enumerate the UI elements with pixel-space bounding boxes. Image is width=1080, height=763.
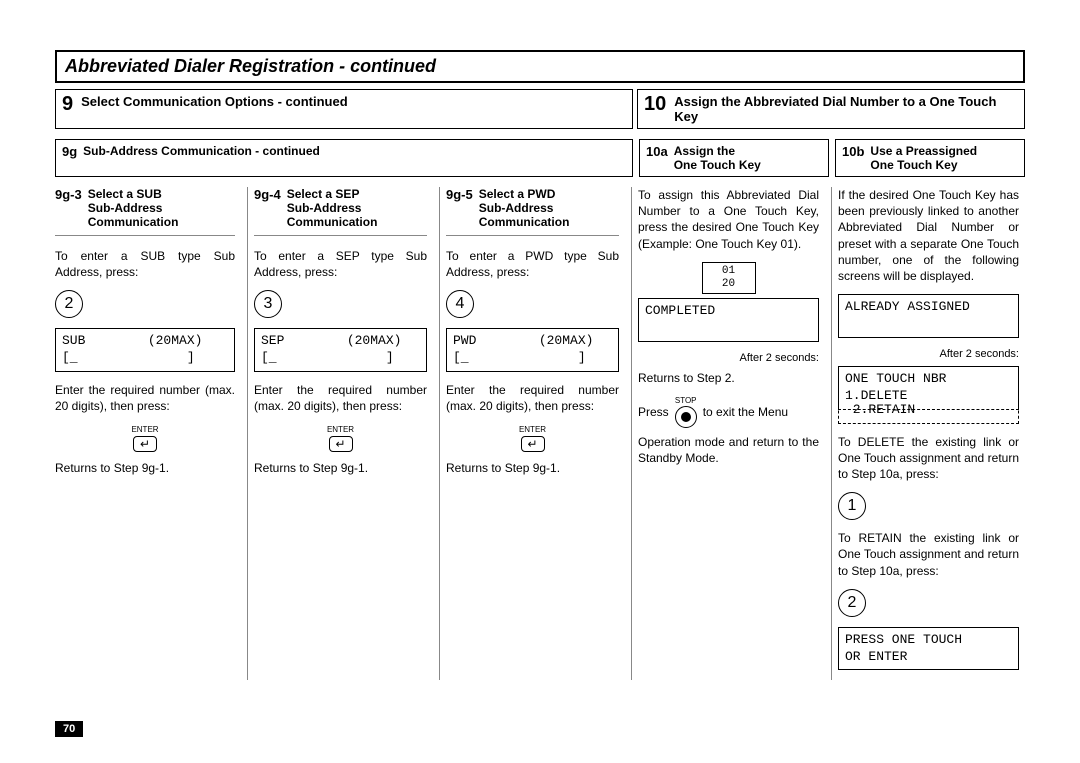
enter-label: ENTER — [519, 425, 546, 434]
lcd-display: PRESS ONE TOUCH OR ENTER — [838, 627, 1019, 671]
section-title: Sub-Address Communication - continued — [83, 144, 320, 172]
section-title: Use a Preassigned One Touch Key — [870, 144, 977, 172]
return-text: Returns to Step 2. — [638, 370, 819, 386]
enter-key-icon: ENTER ↵ — [55, 425, 235, 452]
page-number: 70 — [55, 721, 83, 737]
section-10b: 10b Use a Preassigned One Touch Key — [835, 139, 1025, 177]
step-code: 9g-3 — [55, 187, 82, 229]
lcd-display: SEP (20MAX) [_ ] — [254, 328, 427, 372]
step-number: 10 — [644, 94, 666, 114]
lcd-display: COMPLETED — [638, 298, 819, 342]
step-9-header: 9 Select Communication Options - continu… — [55, 89, 633, 129]
intro-text: To enter a SEP type Sub Address, press: — [254, 248, 427, 280]
instruction-text: Enter the required number (max. 20 digit… — [446, 382, 619, 414]
enter-cap: ↵ — [521, 436, 545, 452]
section-code: 9g — [62, 144, 77, 172]
enter-key-icon: ENTER ↵ — [254, 425, 427, 452]
keypad-button-4: 4 — [446, 290, 474, 318]
stop-button-icon: STOP — [675, 396, 697, 428]
delay-text: After 2 seconds: — [838, 348, 1019, 360]
step-10-header: 10 Assign the Abbreviated Dial Number to… — [637, 89, 1025, 129]
col-9g-5: 9g-5 Select a PWD Sub-Address Communicat… — [439, 187, 625, 680]
step-code: 9g-5 — [446, 187, 473, 229]
small-lcd: 01 20 — [702, 262, 756, 294]
step-title: Select a SUB Sub-Address Communication — [88, 187, 179, 229]
lcd-display: SUB (20MAX) [_ ] — [55, 328, 235, 372]
stop-label: STOP — [675, 396, 697, 405]
press-label: Press — [638, 405, 669, 419]
delete-text: To DELETE the existing link or One Touch… — [838, 434, 1019, 483]
page-title: Abbreviated Dialer Registration - contin… — [55, 50, 1025, 83]
lcd-display: PWD (20MAX) [_ ] — [446, 328, 619, 372]
enter-label: ENTER — [327, 425, 354, 434]
content-columns: 9g-3 Select a SUB Sub-Address Communicat… — [55, 187, 1025, 680]
delay-text: After 2 seconds: — [638, 352, 819, 364]
col-header: 9g-4 Select a SEP Sub-Address Communicat… — [254, 187, 427, 236]
retain-text: To RETAIN the existing link or One Touch… — [838, 530, 1019, 579]
col-10b: If the desired One Touch Key has been pr… — [831, 187, 1025, 680]
instruction-text: Enter the required number (max. 20 digit… — [254, 382, 427, 414]
enter-label: ENTER — [131, 425, 158, 434]
enter-cap: ↵ — [133, 436, 157, 452]
instruction-text: Enter the required number (max. 20 digit… — [55, 382, 235, 414]
intro-text: If the desired One Touch Key has been pr… — [838, 187, 1019, 284]
section-title: Assign the One Touch Key — [674, 144, 761, 172]
intro-text: To assign this Abbreviated Dial Number t… — [638, 187, 819, 252]
step-number: 9 — [62, 94, 73, 114]
section-code: 10b — [842, 144, 864, 172]
keypad-button-3: 3 — [254, 290, 282, 318]
standby-text: Operation mode and return to the Standby… — [638, 434, 819, 466]
section-code: 10a — [646, 144, 668, 172]
col-9g-3: 9g-3 Select a SUB Sub-Address Communicat… — [55, 187, 241, 680]
col-header: 9g-3 Select a SUB Sub-Address Communicat… — [55, 187, 235, 236]
step-title: Select Communication Options - continued — [81, 94, 348, 109]
section-9g: 9g Sub-Address Communication - continued — [55, 139, 633, 177]
step-title: Assign the Abbreviated Dial Number to a … — [674, 94, 1018, 124]
lcd-display-dashed: 2.RETAIN — [838, 400, 1019, 424]
return-text: Returns to Step 9g-1. — [446, 460, 619, 476]
return-text: Returns to Step 9g-1. — [254, 460, 427, 476]
step-code: 9g-4 — [254, 187, 281, 229]
exit-text: to exit the Menu — [703, 405, 788, 419]
step-headers: 9 Select Communication Options - continu… — [55, 89, 1025, 129]
col-header: 9g-5 Select a PWD Sub-Address Communicat… — [446, 187, 619, 236]
return-text: Returns to Step 9g-1. — [55, 460, 235, 476]
keypad-button-1: 1 — [838, 492, 866, 520]
step-title: Select a SEP Sub-Address Communication — [287, 187, 378, 229]
intro-text: To enter a SUB type Sub Address, press: — [55, 248, 235, 280]
section-10a: 10a Assign the One Touch Key — [639, 139, 829, 177]
intro-text: To enter a PWD type Sub Address, press: — [446, 248, 619, 280]
col-9g-4: 9g-4 Select a SEP Sub-Address Communicat… — [247, 187, 433, 680]
manual-page: Abbreviated Dialer Registration - contin… — [0, 0, 1080, 763]
keypad-button-2: 2 — [838, 589, 866, 617]
enter-key-icon: ENTER ↵ — [446, 425, 619, 452]
subsection-row: 9g Sub-Address Communication - continued… — [55, 139, 1025, 177]
keypad-button-2: 2 — [55, 290, 83, 318]
step-title: Select a PWD Sub-Address Communication — [479, 187, 570, 229]
col-10a: To assign this Abbreviated Dial Number t… — [631, 187, 825, 680]
press-line: Press STOP to exit the Menu — [638, 396, 819, 428]
enter-cap: ↵ — [329, 436, 353, 452]
lcd-display: ALREADY ASSIGNED — [838, 294, 1019, 338]
